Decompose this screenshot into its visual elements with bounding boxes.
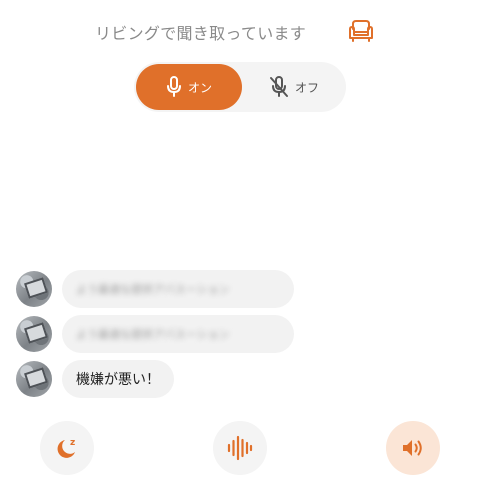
avatar bbox=[16, 361, 52, 397]
message-row: よう最適な提供アバスーション bbox=[16, 315, 316, 353]
sound-wave-icon bbox=[227, 435, 253, 461]
svg-text:z: z bbox=[70, 438, 75, 448]
armchair-icon[interactable] bbox=[346, 16, 376, 46]
message-text: よう最適な提供アバスーション bbox=[76, 328, 230, 341]
microphone-toggle: オン オフ bbox=[134, 62, 346, 112]
listening-status-title: リビングで聞き取っています bbox=[95, 24, 307, 43]
microphone-off-icon bbox=[269, 76, 288, 97]
message-bubble: よう最適な提供アバスーション bbox=[62, 270, 294, 308]
mic-on-label: オン bbox=[187, 80, 212, 95]
voice-wave-button[interactable] bbox=[213, 421, 267, 475]
message-row: 機嫌が悪い！ bbox=[16, 360, 216, 398]
message-row: よう最適な提供アバスーション bbox=[16, 270, 316, 308]
avatar bbox=[16, 316, 52, 352]
sleep-button[interactable]: z bbox=[40, 421, 94, 475]
header: リビングで聞き取っています bbox=[0, 14, 480, 48]
mic-on-button[interactable]: オン bbox=[136, 64, 242, 110]
message-bubble: 機嫌が悪い！ bbox=[62, 360, 174, 398]
message-text: 機嫌が悪い！ bbox=[76, 372, 160, 388]
message-bubble: よう最適な提供アバスーション bbox=[62, 315, 294, 353]
speaker-button[interactable] bbox=[386, 421, 440, 475]
speaker-volume-icon bbox=[403, 440, 422, 456]
microphone-icon bbox=[166, 76, 181, 97]
message-text: よう最適な提供アバスーション bbox=[76, 283, 230, 296]
mic-off-label: オフ bbox=[294, 80, 319, 95]
avatar bbox=[16, 271, 52, 307]
sleep-moon-icon: z bbox=[57, 438, 75, 458]
mic-off-button[interactable]: オフ bbox=[242, 64, 346, 110]
